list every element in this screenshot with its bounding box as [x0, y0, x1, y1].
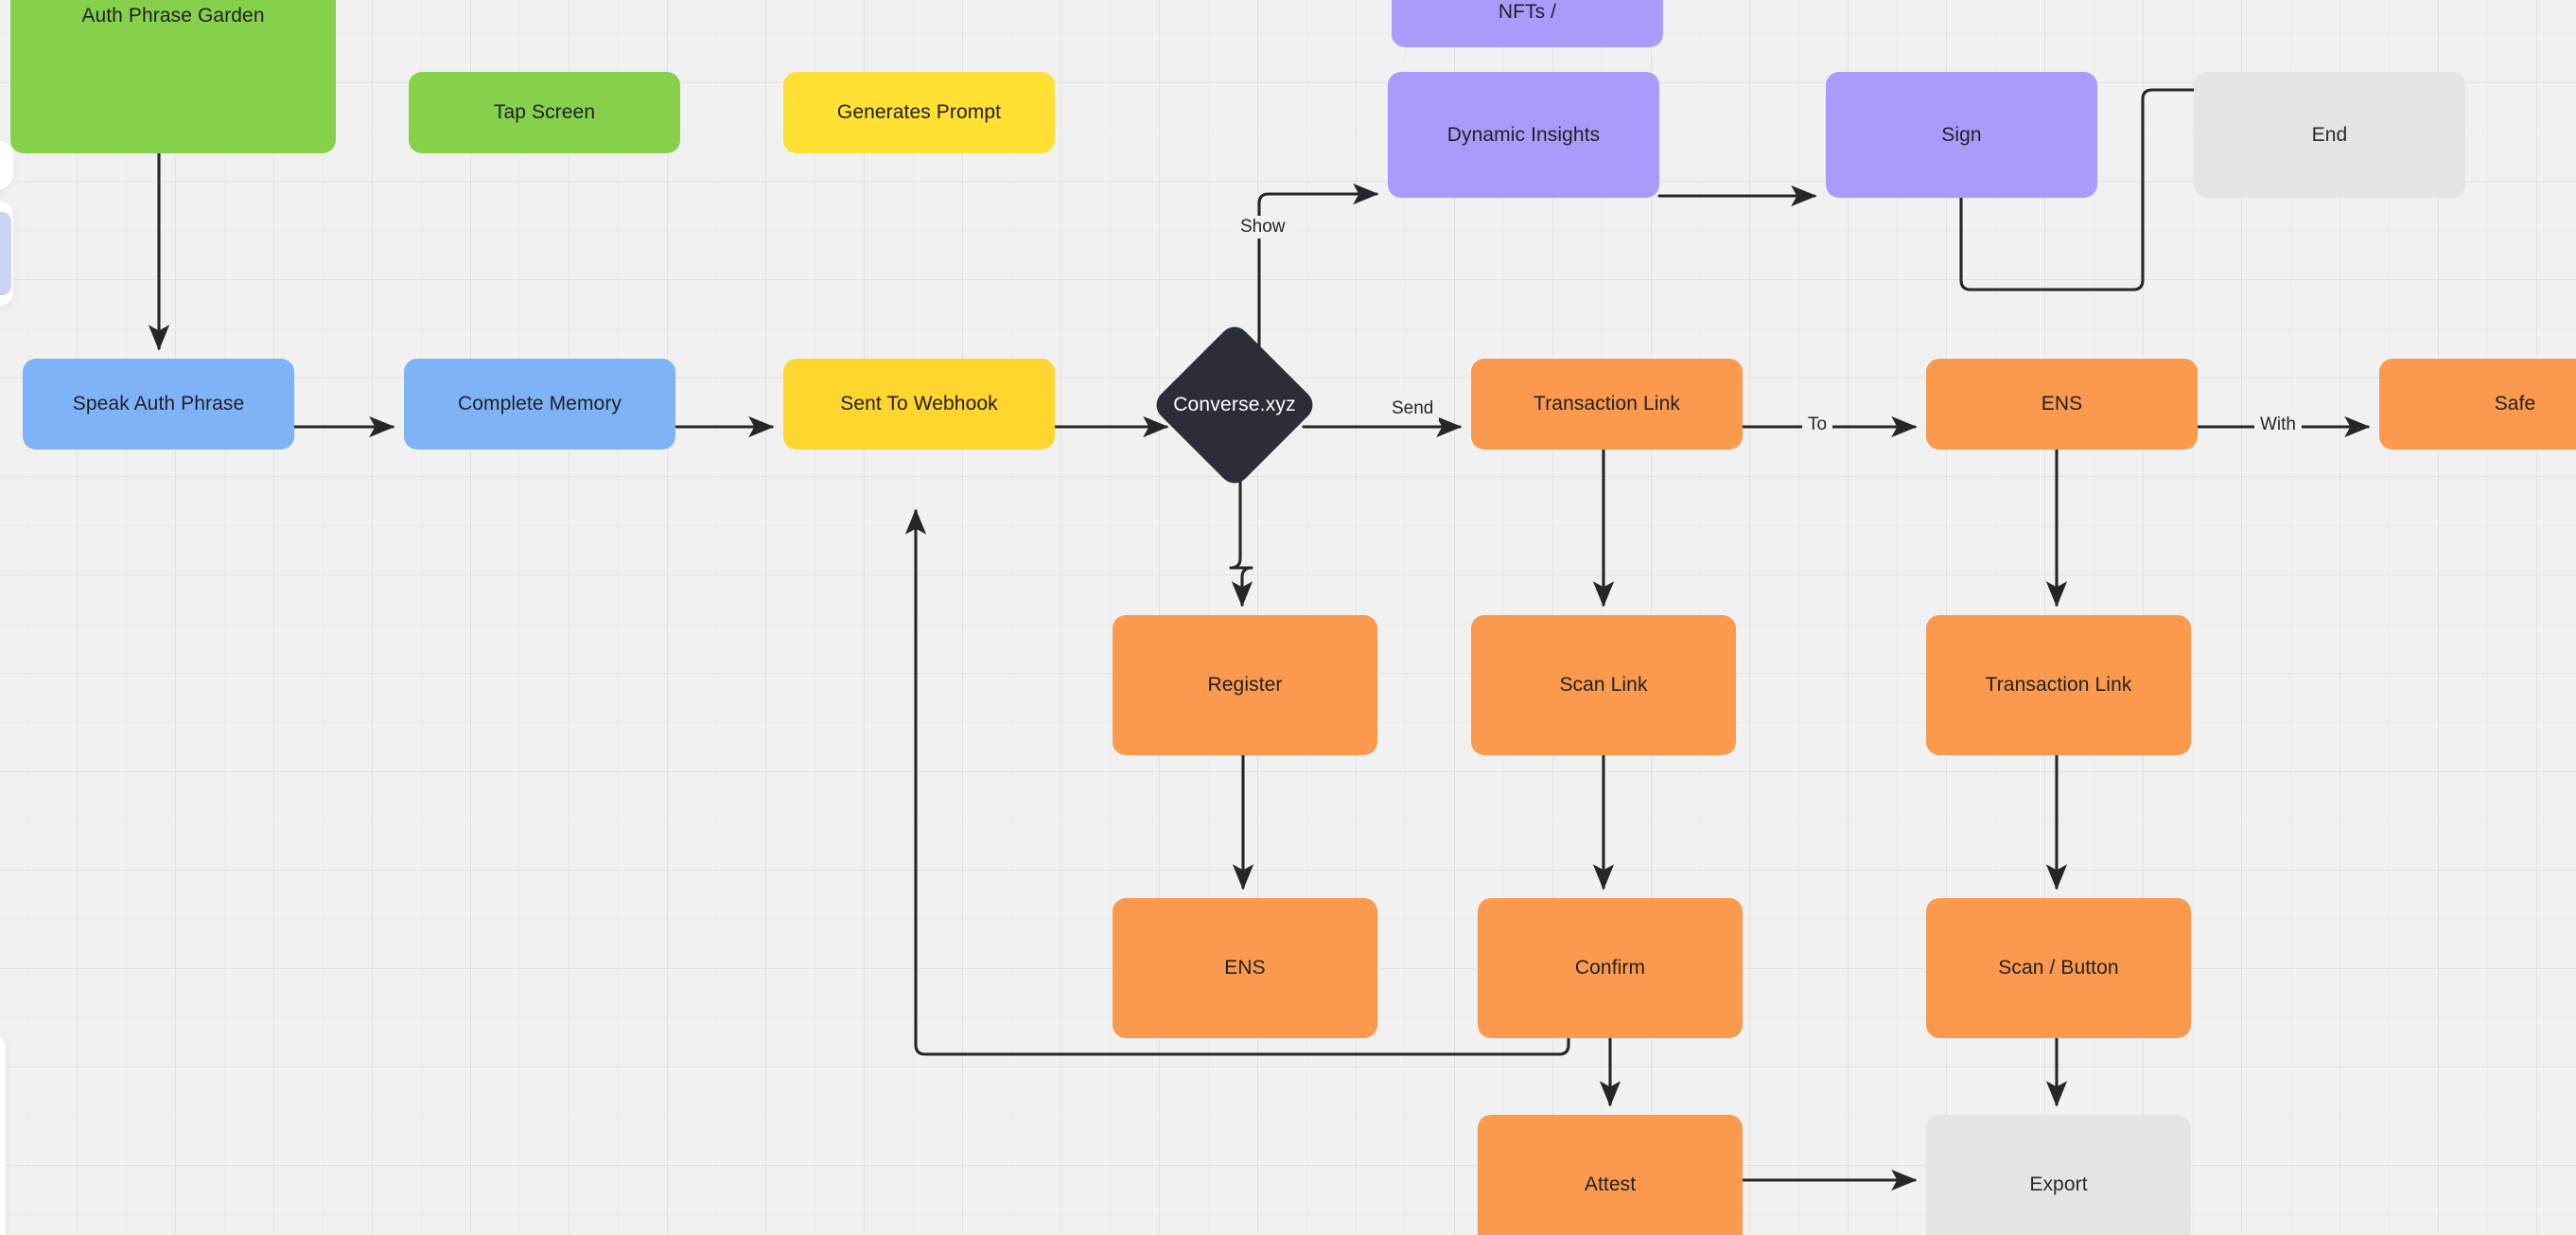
node-label: ENS: [1224, 957, 1266, 979]
node-scan-button[interactable]: Scan / Button: [1926, 898, 2191, 1038]
left-toolbar-panel-top[interactable]: [0, 140, 13, 189]
node-ens-2[interactable]: ENS: [1113, 898, 1377, 1038]
edge-converse-to-register: [1229, 469, 1253, 608]
node-generates-prompt[interactable]: Generates Prompt: [783, 72, 1055, 153]
node-scan-link[interactable]: Scan Link: [1471, 615, 1736, 755]
edge-label-with: With: [2254, 414, 2302, 436]
node-label: Dynamic Insights: [1446, 123, 1601, 146]
node-register[interactable]: Register: [1113, 615, 1377, 755]
node-complete-memory[interactable]: Complete Memory: [404, 359, 675, 450]
node-dynamic-insights[interactable]: Dynamic Insights: [1388, 72, 1659, 198]
node-attest[interactable]: Attest: [1478, 1115, 1743, 1235]
node-transaction-link-1[interactable]: Transaction Link: [1471, 359, 1743, 450]
left-toolbar-panel-middle[interactable]: [0, 201, 13, 307]
node-label: Safe: [2494, 393, 2536, 415]
node-label: Scan / Button: [1998, 957, 2119, 979]
node-label: End: [2311, 123, 2348, 146]
node-label: Attest: [1584, 1173, 1637, 1196]
node-sign[interactable]: Sign: [1826, 72, 2097, 198]
node-label: Scan Link: [1559, 674, 1648, 697]
node-label: NFTs /: [1498, 1, 1557, 23]
node-label: Complete Memory: [457, 393, 622, 415]
node-label: Transaction Link: [1985, 674, 2132, 697]
edge-label-send: Send: [1386, 397, 1440, 420]
node-safe[interactable]: Safe: [2379, 359, 2576, 450]
edge-label-to: To: [1802, 414, 1833, 436]
flowchart-canvas[interactable]: Show Send To With Auth Phrase Garden Tap…: [0, 0, 2576, 1235]
node-confirm[interactable]: Confirm: [1478, 898, 1743, 1038]
node-label: Tap Screen: [493, 101, 596, 124]
node-label: Speak Auth Phrase: [72, 393, 245, 415]
node-label: Export: [2029, 1173, 2088, 1196]
node-export[interactable]: Export: [1926, 1115, 2191, 1235]
left-toolbar-panel-bottom[interactable]: [0, 1033, 6, 1235]
node-speak-auth-phrase[interactable]: Speak Auth Phrase: [23, 359, 294, 450]
node-label: Transaction Link: [1533, 393, 1680, 415]
node-nfts[interactable]: NFTs /: [1392, 0, 1663, 47]
node-ens-1[interactable]: ENS: [1926, 359, 2198, 450]
node-label: Auth Phrase Garden: [81, 5, 265, 26]
node-label: Register: [1207, 674, 1283, 697]
edge-label-show: Show: [1235, 216, 1291, 238]
node-tap-screen[interactable]: Tap Screen: [409, 72, 680, 153]
node-sent-to-webhook[interactable]: Sent To Webhook: [783, 359, 1055, 450]
node-label: Sign: [1941, 123, 1982, 146]
toolbar-active-chip: [0, 212, 11, 295]
node-converse-xyz[interactable]: Converse.xyz: [1149, 320, 1320, 490]
node-label: ENS: [2041, 393, 2083, 415]
node-label: Generates Prompt: [836, 101, 1002, 124]
node-label: Confirm: [1574, 957, 1646, 979]
node-label: Sent To Webhook: [840, 393, 998, 415]
node-end[interactable]: End: [2194, 72, 2465, 198]
node-transaction-link-2[interactable]: Transaction Link: [1926, 615, 2191, 755]
node-label: Converse.xyz: [1173, 394, 1296, 415]
node-auth-phrase-garden[interactable]: Auth Phrase Garden: [10, 0, 336, 153]
